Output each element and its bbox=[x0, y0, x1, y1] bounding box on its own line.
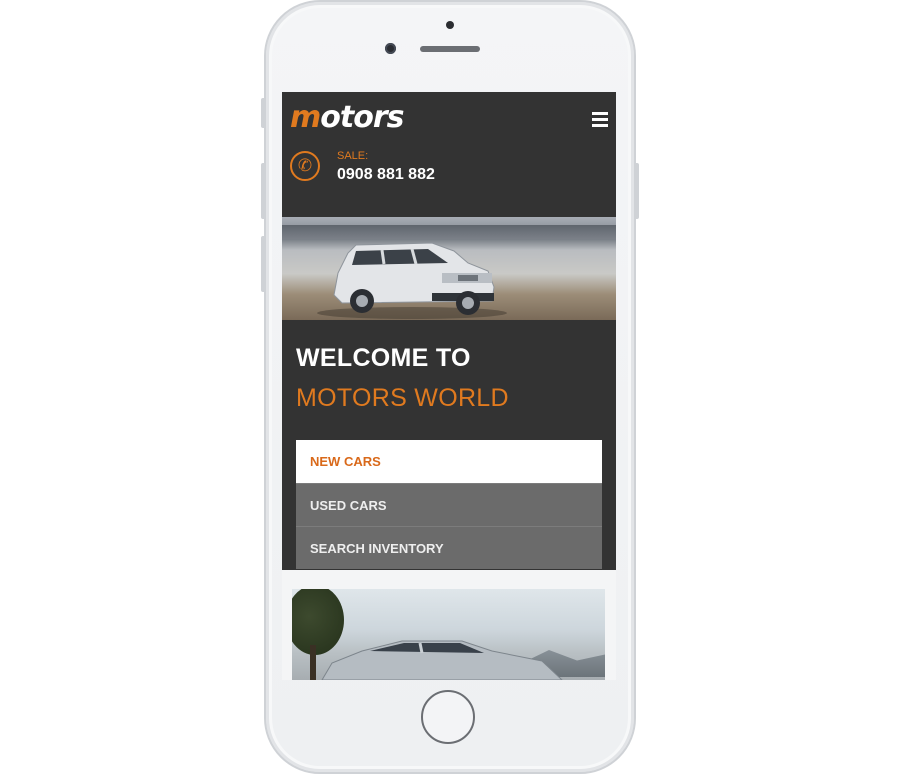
home-button[interactable] bbox=[421, 690, 475, 744]
suv-illustration bbox=[317, 242, 507, 319]
sensor-dot bbox=[446, 21, 454, 29]
phone-screen: motors ✆ SALE: 0908 881 882 WELCOME TO M… bbox=[282, 92, 616, 680]
nav-new-cars[interactable]: NEW CARS bbox=[296, 440, 602, 483]
volume-up-button bbox=[261, 163, 266, 219]
hero-image-suv bbox=[282, 217, 616, 320]
nav-used-cars[interactable]: USED CARS bbox=[296, 483, 602, 526]
featured-car-image bbox=[292, 589, 605, 680]
phone-icon: ✆ bbox=[290, 151, 320, 181]
welcome-heading: WELCOME TO bbox=[296, 344, 471, 372]
front-camera bbox=[385, 43, 396, 54]
mute-switch bbox=[261, 98, 266, 128]
sedan-illustration bbox=[321, 640, 563, 680]
sale-phone-number[interactable]: 0908 881 882 bbox=[337, 166, 435, 184]
welcome-section: WELCOME TO MOTORS WORLD NEW CARS USED CA… bbox=[282, 320, 616, 570]
sale-label: SALE: bbox=[337, 150, 369, 162]
nav-search-inventory[interactable]: SEARCH INVENTORY bbox=[296, 526, 602, 569]
logo-rest: otors bbox=[320, 100, 404, 135]
volume-down-button bbox=[261, 236, 266, 292]
motors-logo[interactable]: motors bbox=[290, 100, 404, 135]
welcome-subheading: MOTORS WORLD bbox=[296, 384, 509, 412]
logo-prefix: m bbox=[290, 100, 321, 135]
earpiece-speaker bbox=[420, 46, 480, 52]
power-button bbox=[634, 163, 639, 219]
site-header: motors ✆ SALE: 0908 881 882 bbox=[282, 92, 616, 217]
quick-nav: NEW CARS USED CARS SEARCH INVENTORY bbox=[296, 440, 602, 569]
hamburger-icon[interactable] bbox=[592, 112, 608, 127]
